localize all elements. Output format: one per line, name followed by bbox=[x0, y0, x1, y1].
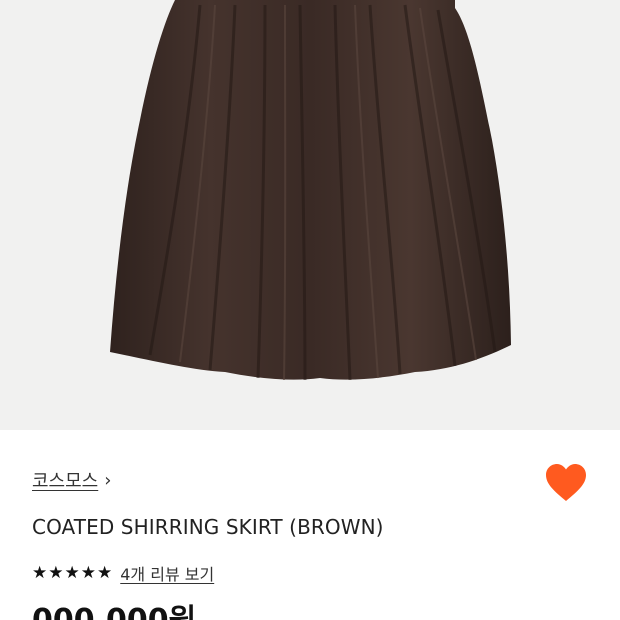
star-rating: ★ ★ ★ ★ ★ bbox=[32, 562, 113, 583]
skirt-illustration bbox=[110, 0, 511, 381]
star-icon: ★ bbox=[80, 562, 96, 583]
rating-row: ★ ★ ★ ★ ★ 4개 리뷰 보기 bbox=[32, 561, 214, 585]
product-image[interactable] bbox=[0, 0, 620, 430]
price-container: 000,000원 bbox=[0, 600, 620, 620]
brand-name[interactable]: 코스모스 bbox=[32, 467, 98, 493]
star-icon: ★ bbox=[64, 562, 80, 583]
product-title: COATED SHIRRING SKIRT (BROWN) bbox=[32, 515, 384, 539]
brand-link[interactable]: 코스모스 › bbox=[32, 467, 111, 493]
wishlist-heart-icon[interactable] bbox=[544, 463, 588, 503]
product-price: 000,000원 bbox=[32, 606, 196, 620]
chevron-right-icon: › bbox=[104, 469, 112, 491]
star-icon: ★ bbox=[32, 562, 48, 583]
reviews-link[interactable]: 4개 리뷰 보기 bbox=[120, 561, 214, 585]
star-icon: ★ bbox=[48, 562, 64, 583]
star-icon: ★ bbox=[97, 562, 113, 583]
